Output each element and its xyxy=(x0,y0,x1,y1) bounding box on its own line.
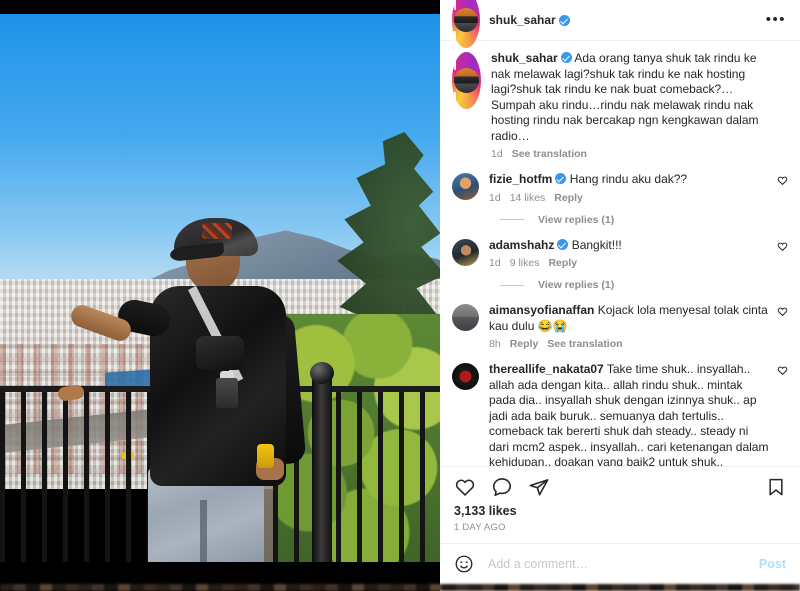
add-comment-bar: Post xyxy=(440,543,800,584)
comment-text: Bangkit!!! xyxy=(571,237,622,252)
comment-like-icon[interactable] xyxy=(777,365,788,376)
comment-text-block: adamshahz Bangkit!!! xyxy=(489,238,770,254)
person-jeans-seam xyxy=(200,500,207,562)
caption-verified-icon xyxy=(560,52,572,63)
author-avatar[interactable] xyxy=(454,8,478,32)
cap-logo xyxy=(202,223,232,239)
railing-post-cap xyxy=(310,362,334,384)
comment-meta: 8h Reply See translation xyxy=(489,338,770,350)
caption-see-translation[interactable]: See translation xyxy=(512,148,587,160)
comment-reply-button[interactable]: Reply xyxy=(554,192,583,204)
more-options-button[interactable]: ••• xyxy=(766,12,790,27)
view-replies-line xyxy=(500,219,524,220)
comments-list[interactable]: shuk_sahar Ada orang tanya shuk tak rind… xyxy=(440,41,800,466)
comment-time: 8h xyxy=(489,338,501,350)
bookmark-icon[interactable] xyxy=(766,477,786,497)
caption-time: 1d xyxy=(491,148,503,160)
commenter-username[interactable]: aimansyofianaffan xyxy=(489,303,594,317)
view-replies-line xyxy=(500,284,524,286)
comment-text-block: aimansyofianaffan Kojack lola menyesal t… xyxy=(489,303,770,334)
background-strip xyxy=(0,584,800,591)
comment-text: Hang rindu aku dak?? xyxy=(569,172,688,186)
person-ear xyxy=(228,262,239,277)
commenter-username[interactable]: thereallife_nakata07 xyxy=(489,362,604,376)
commenter-avatar[interactable] xyxy=(452,363,479,390)
post-photo xyxy=(0,14,440,562)
commenter-verified-icon xyxy=(555,173,567,184)
caption-username[interactable]: shuk_sahar xyxy=(491,51,558,65)
comment-time: 1d xyxy=(489,191,501,204)
view-replies-button[interactable]: View replies (1) xyxy=(500,279,788,291)
comment-text: Take time shuk.. insyallah.. allah ada d… xyxy=(489,362,769,466)
comment-likes[interactable]: 9 likes xyxy=(510,257,540,269)
comment-see-translation[interactable]: See translation xyxy=(547,338,622,350)
post-media[interactable] xyxy=(0,0,440,591)
caption-text-block: shuk_sahar Ada orang tanya shuk tak rind… xyxy=(491,51,770,144)
commenter-username[interactable]: fizie_hotfm xyxy=(489,172,552,186)
emoji-icon[interactable] xyxy=(454,554,474,574)
add-comment-input[interactable] xyxy=(486,556,747,572)
view-replies-label: View replies (1) xyxy=(538,213,615,226)
comment-like-icon[interactable] xyxy=(777,241,788,252)
railing-post xyxy=(312,370,332,562)
post-sidebar: shuk_sahar ••• shuk_sahar Ada orang tany… xyxy=(440,0,800,584)
comment-text-block: fizie_hotfm Hang rindu aku dak?? xyxy=(489,172,770,188)
comment-meta: 1d 9 likes Reply xyxy=(489,257,770,269)
lanyard-badge xyxy=(216,378,238,408)
verified-badge-icon xyxy=(558,14,570,26)
instagram-post-screenshot: shuk_sahar ••• shuk_sahar Ada orang tany… xyxy=(0,0,800,591)
commenter-avatar[interactable] xyxy=(452,238,479,266)
post-timestamp: 1 DAY AGO xyxy=(454,522,506,533)
comment-time: 1d xyxy=(489,257,501,269)
comment-like-icon[interactable] xyxy=(777,175,788,186)
commenter-username[interactable]: adamshahz xyxy=(489,238,554,252)
yellow-watch xyxy=(257,444,274,468)
post-header: shuk_sahar ••• xyxy=(440,0,800,48)
post-caption: shuk_sahar Ada orang tanya shuk tak rind… xyxy=(452,51,788,160)
comment-meta: 1d 14 likes Reply xyxy=(489,192,770,204)
chest-bag xyxy=(196,336,244,370)
share-icon[interactable] xyxy=(528,476,550,498)
post-comment-button[interactable]: Post xyxy=(759,557,786,571)
comment-icon[interactable] xyxy=(491,476,513,498)
comment-text-block: thereallife_nakata07 Take time shuk.. in… xyxy=(489,362,770,466)
post-author-username[interactable]: shuk_sahar xyxy=(489,13,556,27)
commenter-avatar[interactable] xyxy=(452,173,479,200)
commenter-avatar[interactable] xyxy=(452,304,479,331)
view-replies-label: View replies (1) xyxy=(538,279,615,291)
caption-avatar[interactable] xyxy=(454,68,479,93)
comment-item: adamshahz Bangkit!!! 1d 9 likes Reply xyxy=(452,238,788,269)
comment-likes[interactable]: 14 likes xyxy=(510,192,546,204)
comment-item: aimansyofianaffan Kojack lola menyesal t… xyxy=(452,303,788,350)
commenter-verified-icon xyxy=(557,238,569,250)
heart-icon[interactable] xyxy=(454,476,476,498)
caption-avatar-ring[interactable] xyxy=(452,52,481,109)
comment-like-icon[interactable] xyxy=(777,306,788,317)
comment-reply-button[interactable]: Reply xyxy=(510,338,539,350)
comment-reply-button[interactable]: Reply xyxy=(548,257,577,269)
post-actions xyxy=(440,467,800,502)
caption-meta: 1d See translation xyxy=(491,148,770,160)
comment-item: thereallife_nakata07 Take time shuk.. in… xyxy=(452,362,788,466)
likes-count[interactable]: 3,133 likes xyxy=(440,502,800,518)
comment-item: fizie_hotfm Hang rindu aku dak?? 1d 14 l… xyxy=(452,172,788,204)
letterbox-top xyxy=(0,0,440,14)
view-replies-button[interactable]: View replies (1) xyxy=(500,214,788,226)
